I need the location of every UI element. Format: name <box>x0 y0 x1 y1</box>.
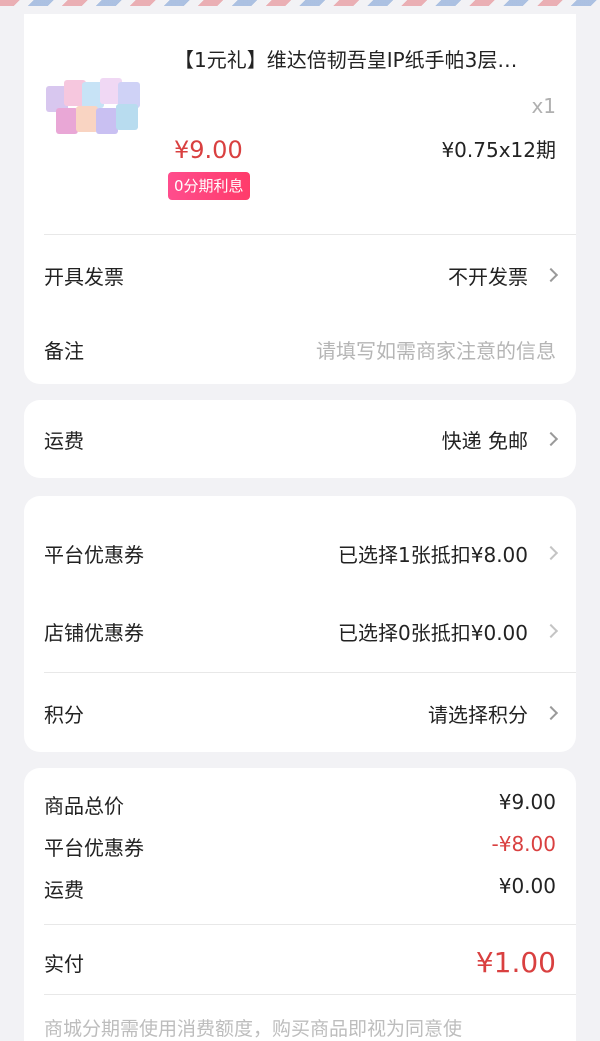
points-label: 积分 <box>44 702 84 727</box>
product-price: ¥9.00 <box>174 136 243 164</box>
platform-coupon-label: 平台优惠券 <box>44 542 144 567</box>
divider <box>44 994 576 995</box>
summary-card: 商品总价 ¥9.00 平台优惠券 -¥8.00 运费 ¥0.00 实付 ¥1.0… <box>24 768 576 1041</box>
shipping-summary-label: 运费 <box>44 878 84 902</box>
airmail-border <box>0 0 600 6</box>
remark-label: 备注 <box>44 338 84 363</box>
remark-row: 备注 请填写如需商家注意的信息 <box>44 332 556 366</box>
platform-coupon-summary-value: -¥8.00 <box>491 832 556 856</box>
platform-coupon-summary-row: 平台优惠券 -¥8.00 <box>44 832 556 861</box>
points-value-wrap: 请选择积分 <box>428 699 559 728</box>
shipping-value: 快递 免邮 <box>441 428 528 453</box>
platform-coupon-value: 已选择1张抵扣¥8.00 <box>338 542 528 567</box>
chevron-right-icon <box>543 267 559 283</box>
shipping-card: 运费 快递 免邮 <box>24 400 576 478</box>
shipping-summary-row: 运费 ¥0.00 <box>44 874 556 903</box>
chevron-right-icon <box>543 431 559 447</box>
items-total-row: 商品总价 ¥9.00 <box>44 790 556 819</box>
paid-label: 实付 <box>44 951 84 976</box>
shipping-value-wrap: 快递 免邮 <box>441 425 559 454</box>
coupons-card: 平台优惠券 已选择1张抵扣¥8.00 店铺优惠券 已选择0张抵扣¥0.00 积分… <box>24 496 576 752</box>
product-card: 【1元礼】维达倍韧吾皇IP纸手帕3层… x1 ¥9.00 ¥0.75x12期 0… <box>24 14 576 384</box>
paid-row: 实付 ¥1.00 <box>44 942 556 982</box>
invoice-value-wrap: 不开发票 <box>448 261 559 290</box>
shipping-summary-value: ¥0.00 <box>498 874 556 898</box>
store-coupon-label: 店铺优惠券 <box>44 620 144 645</box>
divider <box>44 234 576 235</box>
product-title[interactable]: 【1元礼】维达倍韧吾皇IP纸手帕3层… <box>174 44 554 73</box>
store-coupon-value: 已选择0张抵扣¥0.00 <box>338 620 528 645</box>
platform-coupon-summary-label: 平台优惠券 <box>44 836 144 860</box>
store-coupon-value-wrap: 已选择0张抵扣¥0.00 <box>338 617 559 646</box>
divider <box>44 924 576 925</box>
interest-free-badge: 0分期利息 <box>168 172 250 200</box>
invoice-row[interactable]: 开具发票 不开发票 <box>44 258 559 292</box>
points-value: 请选择积分 <box>428 702 528 727</box>
chevron-right-icon <box>543 705 559 721</box>
items-total-value: ¥9.00 <box>498 790 556 814</box>
divider <box>44 672 576 673</box>
chevron-right-icon <box>543 545 559 561</box>
product-quantity: x1 <box>531 94 556 118</box>
installment-price: ¥0.75x12期 <box>441 138 556 162</box>
platform-coupon-row[interactable]: 平台优惠券 已选择1张抵扣¥8.00 <box>44 536 559 570</box>
shipping-row[interactable]: 运费 快递 免邮 <box>44 422 559 456</box>
items-total-label: 商品总价 <box>44 794 124 818</box>
remark-input[interactable]: 请填写如需商家注意的信息 <box>316 335 556 364</box>
chevron-right-icon <box>543 623 559 639</box>
store-coupon-row[interactable]: 店铺优惠券 已选择0张抵扣¥0.00 <box>44 614 559 648</box>
invoice-value: 不开发票 <box>448 264 528 289</box>
paid-value: ¥1.00 <box>475 945 556 979</box>
installment-notice: 商城分期需使用消费额度，购买商品即视为同意使 <box>44 1018 463 1040</box>
shipping-label: 运费 <box>44 428 84 453</box>
platform-coupon-value-wrap: 已选择1张抵扣¥8.00 <box>338 539 559 568</box>
points-row[interactable]: 积分 请选择积分 <box>44 696 559 730</box>
tissue-pack-icon[interactable] <box>46 64 154 150</box>
invoice-label: 开具发票 <box>44 264 124 289</box>
